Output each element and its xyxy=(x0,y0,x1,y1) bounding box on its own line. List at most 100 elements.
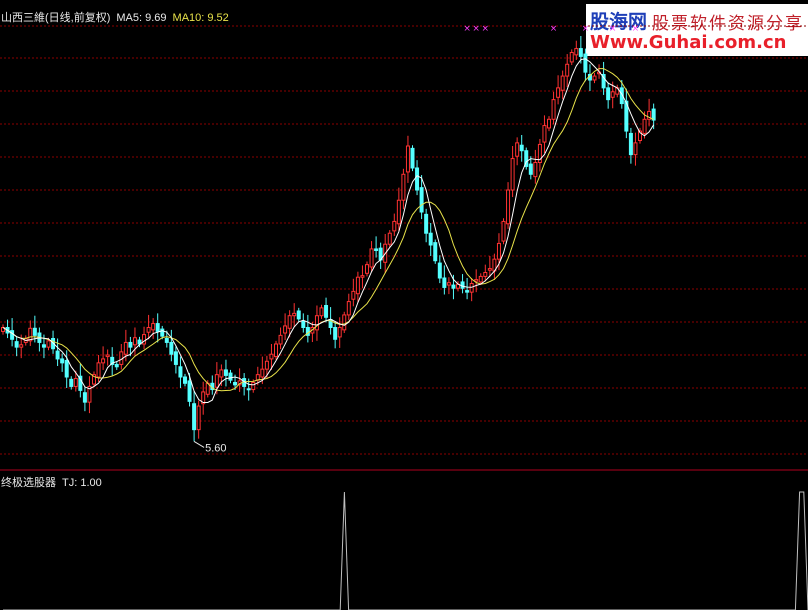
candle-down xyxy=(460,281,465,289)
candle-up xyxy=(278,334,283,345)
candle-up xyxy=(483,272,488,277)
candle-up xyxy=(560,75,565,91)
candle-up xyxy=(19,344,24,348)
indicator-header: 终极选股器 TJ: 1.00 xyxy=(1,474,108,490)
candle-up xyxy=(355,276,360,295)
candle-up xyxy=(610,91,615,98)
candle-up xyxy=(542,125,547,143)
candle-down xyxy=(169,341,174,355)
candle-up xyxy=(405,145,410,173)
candle-down xyxy=(583,53,588,73)
candle-up xyxy=(501,220,506,242)
main-gridlines xyxy=(0,25,808,455)
signal-marker: × xyxy=(482,24,490,34)
candle-down xyxy=(628,132,633,156)
candle-down xyxy=(410,147,415,169)
signal-marker: × xyxy=(463,24,471,34)
candle-down xyxy=(10,330,15,340)
candle-down xyxy=(519,144,524,152)
candle-up xyxy=(264,360,269,370)
tj-indicator-line xyxy=(3,491,808,610)
signal-marker: × xyxy=(472,24,480,34)
candle-down xyxy=(183,376,187,384)
candle-up xyxy=(73,378,78,387)
candle-up xyxy=(337,327,342,338)
candle-up xyxy=(474,279,479,282)
candle-down xyxy=(333,327,338,340)
candle-up xyxy=(365,264,369,274)
min-price-marker: 5.60 xyxy=(193,440,227,454)
candle-up xyxy=(556,87,561,98)
candle-up xyxy=(487,268,492,271)
candle-up xyxy=(642,118,647,134)
candle-up xyxy=(342,314,347,331)
candle-up xyxy=(506,189,511,225)
candle-down xyxy=(187,380,192,402)
candle-down xyxy=(173,351,178,365)
candle-down xyxy=(451,284,456,289)
signal-marker: × xyxy=(632,24,640,34)
candle-up xyxy=(478,275,483,283)
candle-up xyxy=(510,158,515,191)
candle-up xyxy=(46,340,51,348)
candle-up xyxy=(401,173,406,201)
stock-chart[interactable]: × × × × × × × 5.60 xyxy=(0,0,808,610)
candle-up xyxy=(292,312,297,317)
candle-down xyxy=(114,363,119,368)
candle-up xyxy=(196,405,201,431)
candle-up xyxy=(574,48,579,56)
candle-down xyxy=(374,248,379,252)
signal-marker: × xyxy=(550,24,558,34)
candle-up xyxy=(346,301,351,316)
signal-marker: × xyxy=(582,24,590,34)
candle-up xyxy=(260,368,265,378)
candle-up xyxy=(533,162,538,178)
candle-down xyxy=(437,262,442,279)
indicator-value: TJ: 1.00 xyxy=(62,477,102,489)
candle-up xyxy=(274,343,278,358)
ma5-readout: MA5: 9.69 xyxy=(116,12,167,24)
candle-up xyxy=(287,315,292,329)
candle-up xyxy=(151,323,156,331)
candle-up xyxy=(146,327,151,333)
candle-up xyxy=(132,337,137,346)
candle-up xyxy=(396,199,401,225)
candle-down xyxy=(60,358,65,364)
candle-up xyxy=(251,382,256,391)
candle-down xyxy=(192,403,197,431)
candle-up xyxy=(314,315,319,331)
candle-down xyxy=(578,48,583,57)
candle-down xyxy=(433,242,438,262)
candle-down xyxy=(69,378,74,387)
candle-up xyxy=(569,52,574,63)
candle-up xyxy=(565,63,570,77)
min-price-leader xyxy=(193,440,205,448)
candle-up xyxy=(592,75,597,81)
candle-down xyxy=(246,388,251,391)
candle-down xyxy=(128,341,133,348)
candle-up xyxy=(269,353,274,360)
candle-up xyxy=(96,362,101,378)
ma10-line xyxy=(2,68,654,392)
candle-down xyxy=(233,382,238,386)
candles xyxy=(1,36,656,442)
candle-up xyxy=(496,242,501,260)
candle-up xyxy=(469,283,474,293)
candle-down xyxy=(155,323,160,332)
candle-up xyxy=(392,220,397,232)
candle-up xyxy=(387,232,392,245)
candle-down xyxy=(223,369,228,376)
candle-up xyxy=(105,354,110,358)
candle-up xyxy=(446,282,451,286)
candle-down xyxy=(301,320,306,329)
moving-averages xyxy=(2,58,655,403)
candle-down xyxy=(164,338,169,343)
candle-down xyxy=(428,232,433,246)
candle-down xyxy=(64,360,69,378)
candle-down xyxy=(415,167,420,191)
candle-down xyxy=(82,392,87,403)
candle-down xyxy=(442,277,447,288)
candle-up xyxy=(123,341,128,355)
candle-up xyxy=(515,142,520,157)
candle-up xyxy=(214,374,219,388)
